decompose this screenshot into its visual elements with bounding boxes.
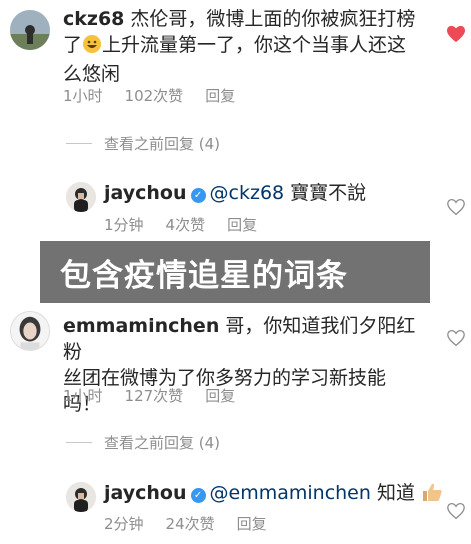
- reply-button[interactable]: 回复: [227, 214, 257, 235]
- comment-ckz68: ckz68 杰伦哥，微博上面的你被疯狂打榜 了上升流量第一了，你这个当事人还这 么…: [0, 0, 471, 110]
- thumbs-up-emoji-icon: [421, 482, 443, 509]
- username[interactable]: jaychou: [104, 482, 187, 504]
- reply-body: 知道: [376, 482, 415, 504]
- heart-icon[interactable]: [446, 329, 466, 347]
- avatar-jaychou[interactable]: [66, 182, 96, 212]
- reply-button[interactable]: 回复: [205, 385, 235, 406]
- comment-emmaminchen: emmaminchen 哥，你知道我们夕阳红粉 丝团在微博为了你多努力的学习新技能…: [0, 305, 471, 415]
- likes-count[interactable]: 4次赞: [166, 214, 206, 235]
- username[interactable]: jaychou: [104, 182, 187, 204]
- divider: [66, 143, 92, 144]
- view-replies-label: 查看之前回复 (4): [104, 434, 221, 452]
- reply-meta: 1分钟 4次赞 回复: [104, 214, 257, 235]
- timestamp: 1分钟: [104, 216, 144, 234]
- reply-button[interactable]: 回复: [205, 85, 235, 106]
- timestamp: 2分钟: [104, 515, 144, 533]
- grinning-emoji-icon: [82, 34, 102, 61]
- view-replies-label: 查看之前回复 (4): [104, 135, 221, 153]
- reply-body: 寶寶不說: [290, 182, 367, 204]
- mention-link[interactable]: @emmaminchen: [210, 482, 371, 504]
- divider: [66, 442, 92, 443]
- comment-meta: 1小时 102次赞 回复: [63, 85, 235, 106]
- view-previous-replies-button[interactable]: 查看之前回复 (4): [66, 432, 220, 453]
- heart-icon[interactable]: [446, 502, 466, 520]
- likes-count[interactable]: 24次赞: [166, 513, 215, 534]
- comment-body-line3: 么悠闲: [63, 63, 121, 85]
- likes-count[interactable]: 102次赞: [125, 85, 184, 106]
- timestamp: 1小时: [63, 387, 103, 405]
- reply-text: jaychou ✓ @ckz68 寶寶不說: [104, 180, 434, 206]
- mention-link[interactable]: @ckz68: [210, 182, 285, 204]
- timestamp: 1小时: [63, 87, 103, 105]
- username[interactable]: ckz68: [63, 8, 124, 30]
- banner-text: 包含疫情追星的词条: [60, 257, 348, 294]
- verified-badge-icon: ✓: [190, 488, 206, 503]
- reply-jaychou-1: jaychou ✓ @ckz68 寶寶不說 1分钟 4次赞 回复: [0, 170, 471, 240]
- verified-badge-icon: ✓: [190, 188, 206, 203]
- comment-body-line2a: 了: [63, 34, 83, 56]
- caption-banner: 包含疫情追星的词条: [40, 241, 430, 303]
- heart-icon[interactable]: [446, 25, 466, 43]
- heart-icon[interactable]: [446, 198, 466, 216]
- view-previous-replies-button[interactable]: 查看之前回复 (4): [66, 133, 220, 154]
- reply-jaychou-2: jaychou ✓ @emmaminchen 知道 2分钟 24次赞 回复: [0, 470, 471, 544]
- avatar-jaychou[interactable]: [66, 482, 96, 512]
- comment-text: ckz68 杰伦哥，微博上面的你被疯狂打榜 了上升流量第一了，你这个当事人还这 么…: [63, 6, 433, 87]
- comment-body-line2b: 上升流量第一了，你这个当事人还这: [102, 34, 407, 56]
- comment-body-line1: 杰伦哥，微博上面的你被疯狂打榜: [130, 8, 416, 30]
- avatar-emmaminchen[interactable]: [10, 311, 50, 351]
- reply-button[interactable]: 回复: [237, 513, 267, 534]
- reply-meta: 2分钟 24次赞 回复: [104, 513, 267, 534]
- comment-meta: 1小时 127次赞 回复: [63, 385, 235, 406]
- avatar-ckz68[interactable]: [10, 10, 50, 50]
- username[interactable]: emmaminchen: [63, 315, 219, 337]
- reply-text: jaychou ✓ @emmaminchen 知道: [104, 480, 444, 509]
- likes-count[interactable]: 127次赞: [125, 385, 184, 406]
